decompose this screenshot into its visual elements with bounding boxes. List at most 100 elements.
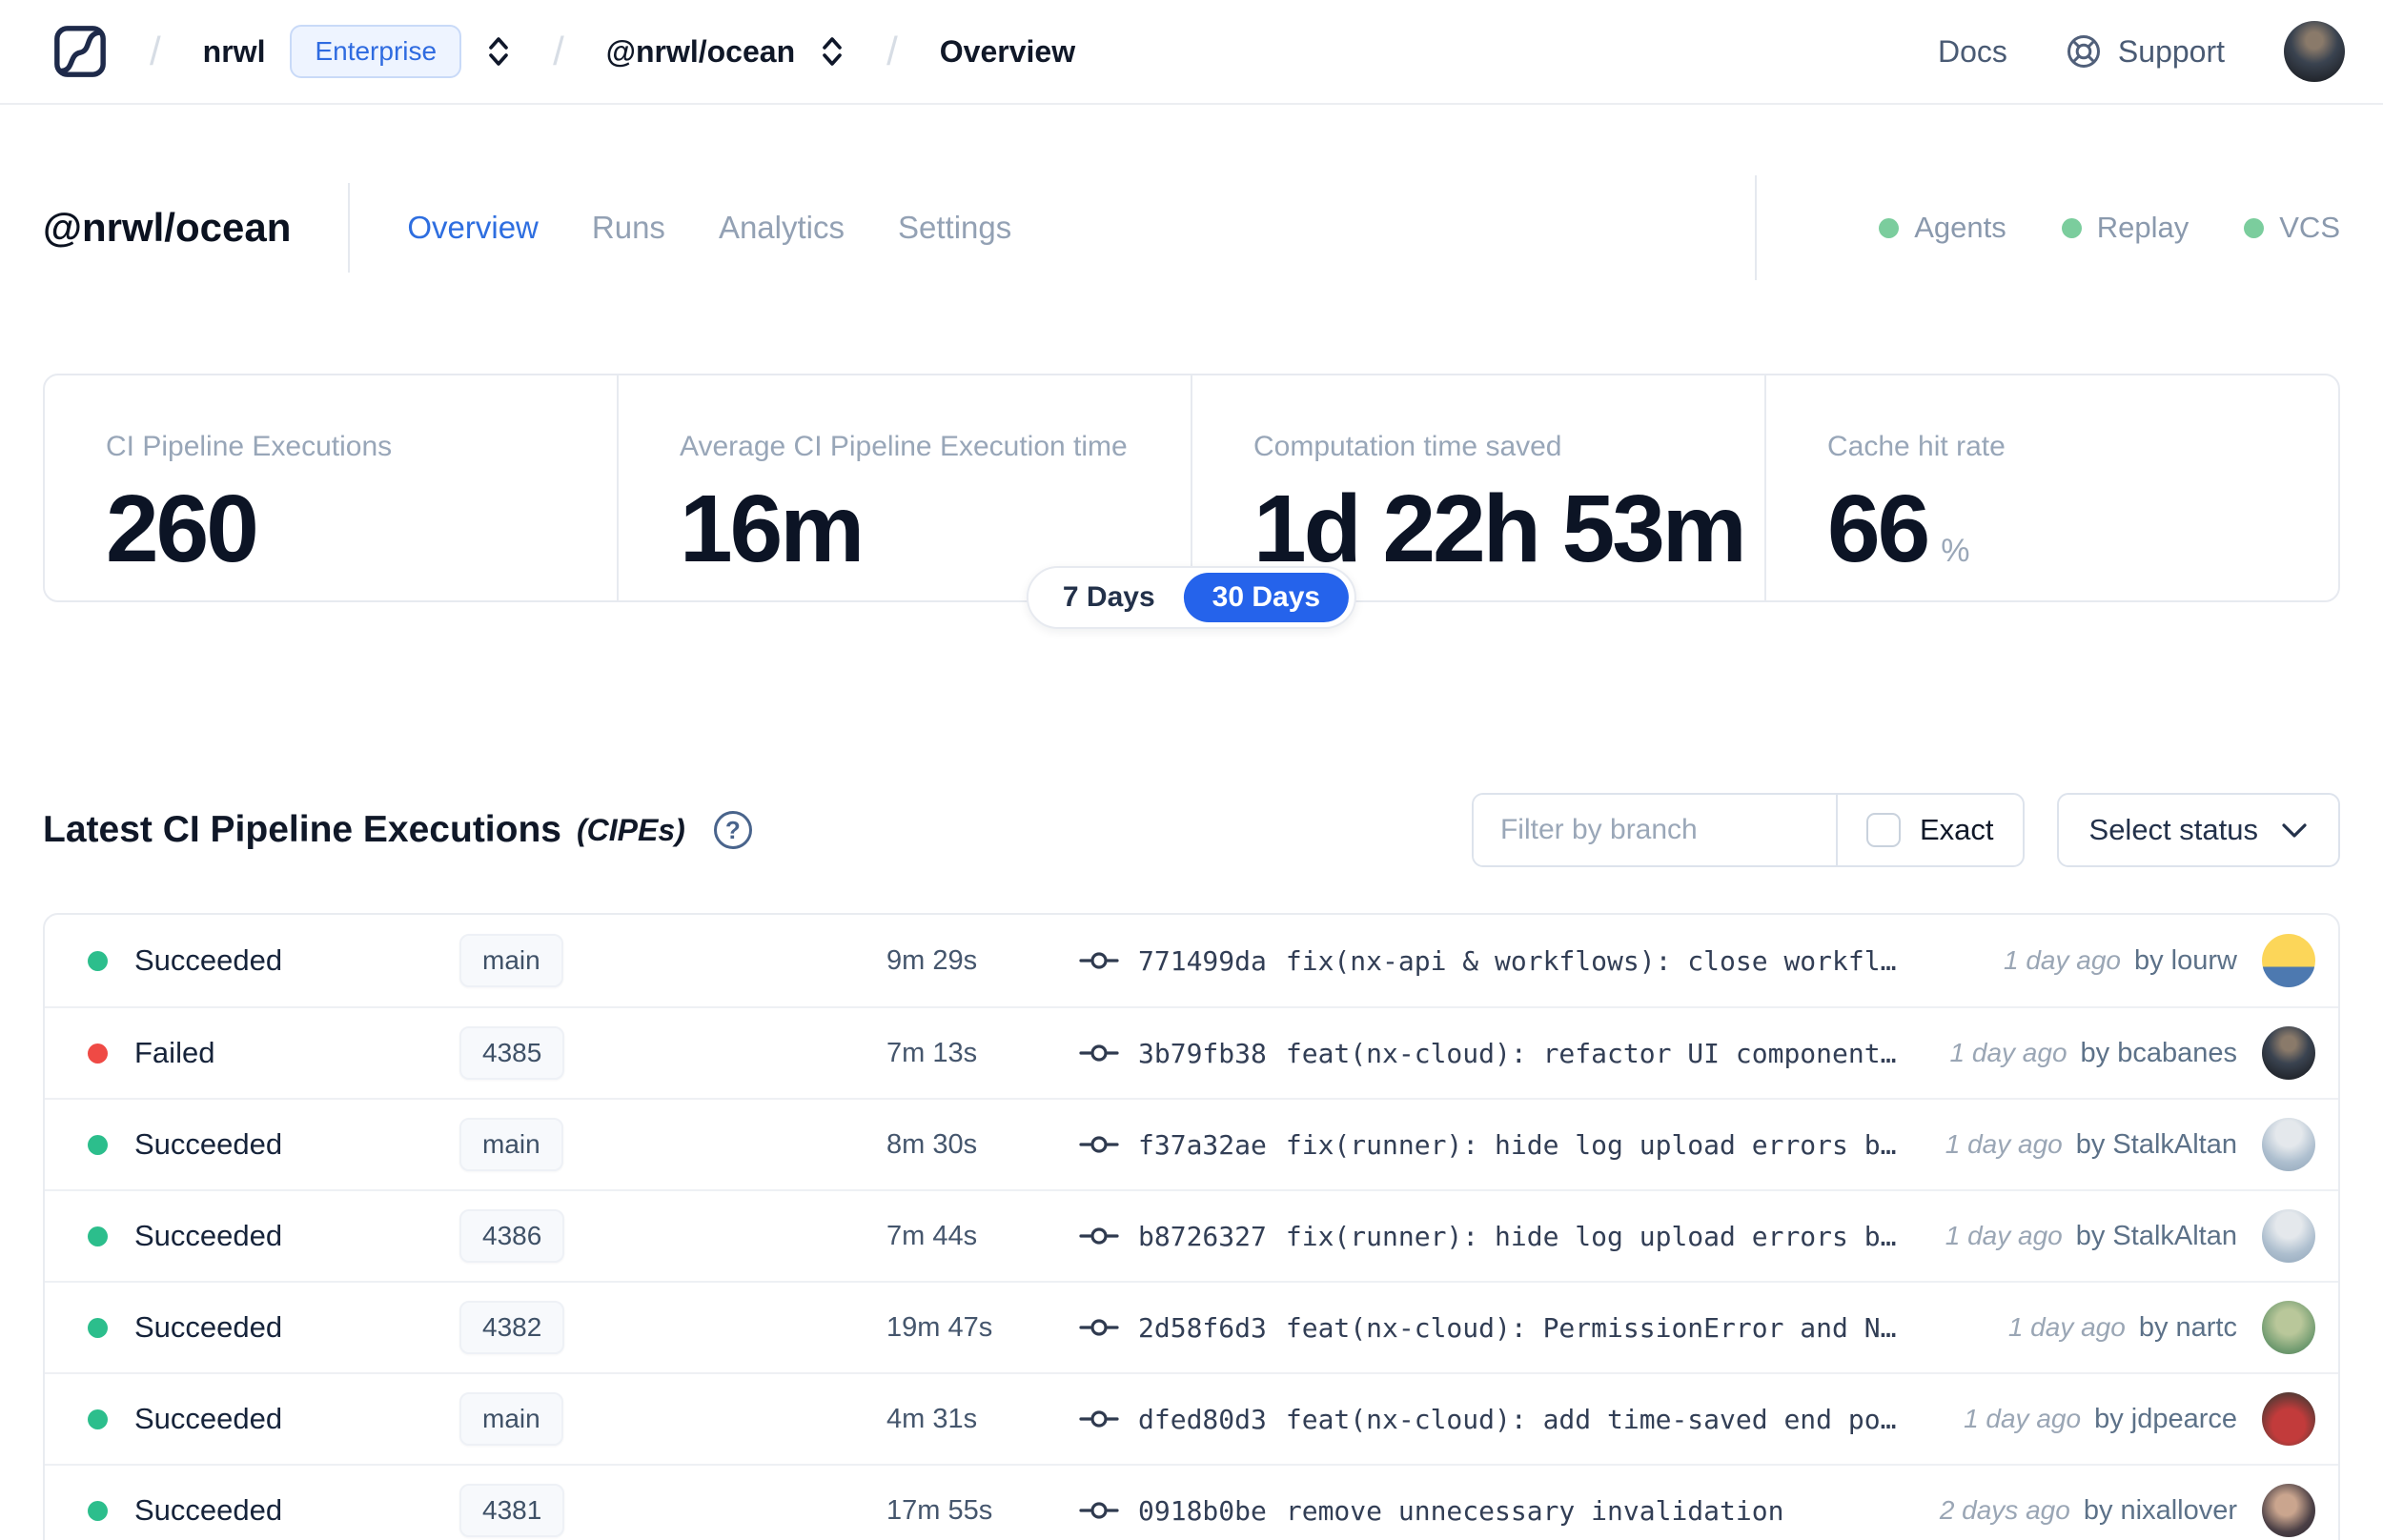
time-ago: 1 day ago [2004,945,2121,975]
time-ago: 1 day ago [1964,1404,2082,1433]
commit-message: remove unnecessary invalidation [1285,1494,1784,1527]
commit-hash: 771499da [1138,944,1267,977]
avatar [2262,1118,2315,1171]
tab-overview[interactable]: Overview [407,210,539,246]
breadcrumb-separator: / [886,29,898,73]
online-dot-icon [2061,217,2082,238]
cipe-controls: Exact Select status [1471,793,2340,867]
branch-pill: main [459,1392,563,1446]
breadcrumb-separator: / [553,29,564,73]
branch-pill: main [459,1118,563,1171]
status-dot-success [88,1408,108,1429]
branch-pill: 4386 [459,1209,565,1263]
cipe-section-header: Latest CI Pipeline Executions (CIPEs) ? … [43,793,2340,867]
git-commit-icon [1079,1044,1119,1062]
status-select-dropdown[interactable]: Select status [2056,793,2340,867]
chevron-down-icon [2282,822,2307,838]
exact-label: Exact [1919,813,1994,846]
table-row[interactable]: Succeeded 4382 19m 47s 2d58f6d3 feat(nx-… [45,1281,2338,1372]
tab-analytics[interactable]: Analytics [719,210,845,246]
docs-link[interactable]: Docs [1938,34,2007,70]
stats-cards: CI Pipeline Executions 260 Average CI Pi… [43,374,2340,629]
commit-hash: 0918b0be [1138,1494,1267,1527]
tab-settings[interactable]: Settings [898,210,1011,246]
percent-suffix: % [1941,533,1970,569]
table-row[interactable]: Succeeded 4381 17m 55s 0918b0be remove u… [45,1464,2338,1540]
duration: 7m 44s [886,1220,978,1251]
git-commit-icon [1079,1502,1119,1519]
table-row[interactable]: Succeeded main 8m 30s f37a32ae fix(runne… [45,1098,2338,1189]
branch-pill: 4381 [459,1484,565,1537]
top-navigation-bar: / nrwl Enterprise / @nrwl/ocean / Overvi… [0,0,2383,105]
status-vcs[interactable]: VCS [2244,211,2340,245]
table-row[interactable]: Succeeded main 9m 29s 771499da fix(nx-ap… [45,915,2338,1006]
date-range-toggle: 7 Days 30 Days [1026,566,1357,629]
life-buoy-icon [2067,35,2100,68]
time-ago: 1 day ago [1945,1221,2063,1250]
commit-message: fix(nx-api & workflows): close workfl… [1285,944,1897,977]
avatar [2262,1026,2315,1080]
online-dot-icon [1879,217,1900,238]
git-commit-icon [1079,1136,1119,1153]
breadcrumb-org[interactable]: nrwl [203,34,266,70]
status-replay[interactable]: Replay [2061,211,2189,245]
git-commit-icon [1079,952,1119,969]
status-agents[interactable]: Agents [1879,211,2006,245]
workspace-selector-chevrons-icon[interactable] [820,33,845,70]
commit-message: feat(nx-cloud): PermissionError and N… [1285,1311,1897,1344]
table-row[interactable]: Failed 4385 7m 13s 3b79fb38 feat(nx-clou… [45,1006,2338,1098]
online-dot-icon [2244,217,2265,238]
duration: 7m 13s [886,1037,978,1068]
duration: 9m 29s [886,944,978,976]
commit-message: feat(nx-cloud): refactor UI component… [1285,1037,1897,1069]
support-link[interactable]: Support [2065,32,2225,71]
range-30-days[interactable]: 30 Days [1183,573,1350,622]
nx-cloud-logo-icon[interactable] [52,24,108,79]
workspace-title: @nrwl/ocean [43,205,292,250]
author: by nixallover [2083,1494,2237,1526]
status-label: Succeeded [134,1310,283,1344]
cipe-title-suffix: (CIPEs) [576,812,685,847]
table-row[interactable]: Succeeded main 4m 31s dfed80d3 feat(nx-c… [45,1372,2338,1464]
status-label: Succeeded [134,1493,283,1527]
avatar [2262,1392,2315,1446]
commit-message: feat(nx-cloud): add time-saved end po… [1285,1403,1897,1435]
commit-message: fix(runner): hide log upload errors b… [1285,1220,1897,1252]
exact-checkbox[interactable] [1865,813,1901,847]
author: by bcabanes [2080,1037,2237,1068]
branch-filter-input[interactable] [1473,795,1836,865]
time-ago: 1 day ago [1949,1038,2067,1067]
stat-card-cache-hit: Cache hit rate 66% [1764,375,2338,600]
time-ago: 1 day ago [1945,1129,2063,1159]
divider [348,183,351,273]
author: by jdpearce [2094,1403,2237,1434]
author: by lourw [2134,944,2237,976]
table-row[interactable]: Succeeded 4386 7m 44s b8726327 fix(runne… [45,1189,2338,1281]
stat-card-executions: CI Pipeline Executions 260 [106,431,393,582]
divider [1755,175,1758,280]
support-label: Support [2117,33,2225,69]
breadcrumb-separator: / [150,29,161,73]
enterprise-badge: Enterprise [290,25,462,78]
user-avatar[interactable] [2284,21,2345,82]
author: by StalkAltan [2075,1220,2237,1251]
commit-hash: f37a32ae [1138,1128,1267,1161]
avatar [2262,1484,2315,1537]
exact-toggle: Exact [1835,795,2023,865]
duration: 19m 47s [886,1311,993,1343]
status-dot-success [88,950,108,971]
range-7-days[interactable]: 7 Days [1034,573,1184,622]
help-icon[interactable]: ? [713,811,752,849]
status-label: Failed [134,1036,215,1069]
workspace-header: @nrwl/ocean Overview Runs Analytics Sett… [43,170,2340,286]
service-statuses: Agents Replay VCS [1755,175,2340,280]
author: by StalkAltan [2075,1128,2237,1160]
avatar [2262,1301,2315,1354]
tab-runs[interactable]: Runs [592,210,665,246]
breadcrumb-workspace[interactable]: @nrwl/ocean [606,34,795,70]
commit-hash: 2d58f6d3 [1138,1311,1267,1344]
duration: 17m 55s [886,1494,993,1526]
cipe-table: Succeeded main 9m 29s 771499da fix(nx-ap… [43,913,2340,1540]
org-selector-chevrons-icon[interactable] [486,33,511,70]
status-dot-success [88,1317,108,1338]
